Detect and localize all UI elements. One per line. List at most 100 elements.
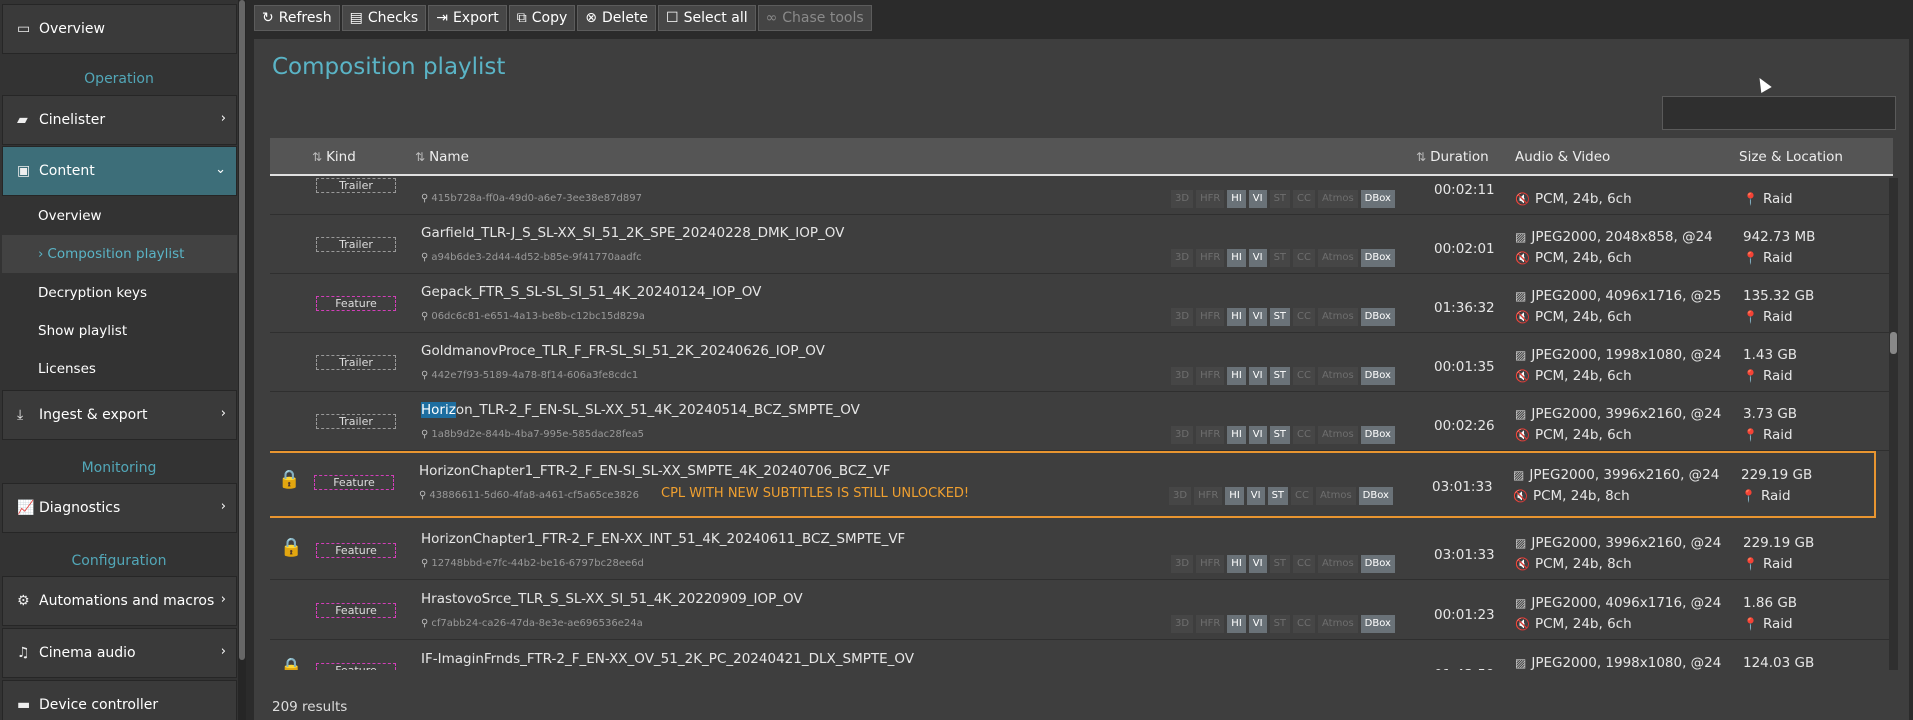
export-button[interactable]: ⇥ Export — [428, 5, 507, 31]
header-name[interactable]: ⇅ Name — [415, 149, 469, 165]
tag-badge: HI — [1227, 249, 1246, 267]
table-row[interactable]: Feature HrastovoSrce_TLR_S_SL-XX_SI_51_4K… — [270, 581, 1893, 640]
tag-badge: HI — [1225, 487, 1244, 505]
video-info: ▨ JPEG2000, 3996x2160, @24 — [1515, 535, 1722, 551]
monitor-icon: ▭ — [17, 21, 31, 37]
tag-badge: VI — [1248, 308, 1267, 326]
audio-info: 🔇 PCM, 24b, 8ch — [1513, 488, 1630, 504]
copy-button[interactable]: ⧉ Copy — [508, 5, 576, 31]
chart-icon: 📈 — [17, 500, 35, 516]
sidebar-scrollbar[interactable] — [238, 0, 246, 720]
video-info: ▨ JPEG2000, 1998x1080, @24 — [1515, 347, 1722, 363]
tag-badge: 3D — [1171, 615, 1194, 633]
film-icon: ▣ — [17, 163, 31, 179]
cpl-panel: Composition playlist 🔍 ⇅Kind ⇅Name ⇅Dura… — [254, 39, 1909, 720]
sidebar-item-ingest-export[interactable]: ⤓ Ingest & export › — [2, 390, 237, 440]
tag-badge: ST — [1269, 249, 1291, 267]
table-scrollbar-thumb[interactable] — [1890, 332, 1897, 354]
tag-badge: 3D — [1171, 426, 1194, 444]
video-info: ▨ JPEG2000, 3996x2160, @24 — [1515, 406, 1722, 422]
tag-badge: 3D — [1171, 190, 1194, 208]
sidebar-item-device-controller[interactable]: ▬ Device controller — [2, 680, 237, 720]
delete-icon: ⊗ — [585, 10, 598, 26]
tag-badge: DBox — [1360, 308, 1395, 326]
sort-icon: ⇅ — [415, 150, 426, 164]
lock-icon: 🔒 — [280, 537, 303, 558]
duration: 03:01:33 — [1432, 479, 1493, 495]
audio-muted-icon: 🔇 — [1515, 192, 1530, 206]
tag-badge: ST — [1269, 426, 1291, 444]
feature-tags: 3D HFR HI VI ST CC Atmos DBox — [1171, 555, 1395, 573]
header-audio-video: Audio & Video — [1515, 149, 1611, 165]
unlocked-warning: CPL WITH NEW SUBTITLES IS STILL UNLOCKED… — [661, 486, 970, 501]
cpl-uuid: ⚲ 415b728a-ff0a-49d0-a6e7-3ee38e87d897 — [421, 193, 642, 204]
tag-badge: Atmos — [1318, 367, 1358, 385]
delete-button[interactable]: ⊗ Delete — [577, 5, 657, 31]
cpl-name: GoldmanovProce_TLR_F_FR-SL_SI_51_2K_2024… — [421, 343, 825, 359]
sidebar-item-overview[interactable]: ▭ Overview — [2, 4, 237, 54]
header-kind[interactable]: ⇅ Kind — [312, 149, 356, 165]
table-row[interactable]: Trailer GoldmanovProce_TLR_F_FR-SL_SI_51_… — [270, 333, 1893, 392]
location: 📍 Raid — [1743, 309, 1793, 325]
sidebar-item-content[interactable]: ▣ Content ⌄ — [2, 146, 237, 196]
tag-badge: HI — [1227, 308, 1246, 326]
sidebar-item-diagnostics[interactable]: 📈 Diagnostics › — [2, 483, 237, 533]
header-duration[interactable]: ⇅ Duration — [1416, 149, 1489, 165]
select-all-button[interactable]: ☐ Select all — [658, 5, 756, 31]
location: 📍 Raid — [1743, 250, 1793, 266]
refresh-button[interactable]: ↻ Refresh — [254, 5, 340, 31]
table-row[interactable]: Trailer ⚲ 415b728a-ff0a-49d0-a6e7-3ee38e87… — [270, 178, 1893, 215]
tag-badge: VI — [1248, 190, 1267, 208]
sidebar-item-cinema-audio[interactable]: ♫ Cinema audio › — [2, 628, 237, 678]
duration: 00:02:11 — [1434, 182, 1495, 198]
refresh-icon: ↻ — [262, 10, 274, 26]
duration: 00:02:01 — [1434, 241, 1495, 257]
table-row[interactable]: 🔒 Feature HorizonChapter1_FTR-2_F_EN-XX_IN… — [270, 521, 1893, 580]
chase-tools-button[interactable]: ∞ Chase tools — [757, 5, 872, 31]
audio-info: 🔇 PCM, 24b, 6ch — [1515, 191, 1632, 207]
audio-info: 🔇 PCM, 24b, 6ch — [1515, 309, 1632, 325]
table-row[interactable]: Trailer Horizon_TLR-2_F_EN-SL_SL-XX_51_4K… — [270, 392, 1893, 451]
chevron-down-icon: ⌄ — [215, 162, 226, 177]
sidebar-sub-overview[interactable]: Overview — [2, 197, 237, 235]
cpl-uuid: ⚲ 43886611-5d60-4fa8-a461-cf5a65ce3826 — [419, 490, 640, 501]
checks-button[interactable]: ▤ Checks — [341, 5, 427, 31]
sidebar-scrollbar-thumb[interactable] — [239, 0, 245, 660]
sort-icon: ⇅ — [1416, 150, 1427, 164]
feature-tags: 3D HFR HI VI ST CC Atmos DBox — [1171, 426, 1395, 444]
table-row[interactable]: 🔒 Feature HorizonChapter1_FTR-2_F_EN-SI_SL… — [270, 451, 1876, 518]
tag-badge: VI — [1248, 426, 1267, 444]
cpl-uuid: ⚲ 12748bbd-e7fc-44b2-be16-6797bc28ee6d — [421, 558, 644, 569]
table-row[interactable]: Feature Gepack_FTR_S_SL-SL_SI_51_4K_20240… — [270, 274, 1893, 333]
cpl-name: Horizon_TLR-2_F_EN-SL_SL-XX_51_4K_202405… — [421, 402, 860, 418]
tag-badge: ST — [1269, 615, 1291, 633]
key-icon: ⚲ — [421, 311, 429, 322]
toolbar: ↻ Refresh ▤ Checks ⇥ Export ⧉ Copy ⊗ Delete ☐… — [254, 5, 872, 31]
table-scrollbar[interactable] — [1889, 178, 1898, 670]
link-icon: ∞ — [765, 10, 778, 26]
cpl-uuid: ⚲ 06dc6c81-e651-4a13-be8b-c12bc15d829a — [421, 311, 645, 322]
table-row[interactable]: Trailer Garfield_TLR-J_S_SL-XX_SI_51_2K_S… — [270, 215, 1893, 274]
cpl-name: HrastovoSrce_TLR_S_SL-XX_SI_51_4K_202209… — [421, 591, 803, 607]
sidebar-item-cinelister[interactable]: ▰ Cinelister › — [2, 95, 237, 145]
sidebar-sub-decryption-keys[interactable]: Decryption keys — [2, 274, 237, 312]
location: 📍 Raid — [1743, 427, 1793, 443]
sidebar-sub-show-playlist[interactable]: Show playlist — [2, 312, 237, 350]
video-info: ▨ JPEG2000, 1998x1080, @24 — [1515, 655, 1722, 670]
device-icon: ▬ — [17, 697, 31, 713]
tag-badge: ST — [1269, 308, 1291, 326]
sidebar-item-automations[interactable]: ⚙ Automations and macros › — [2, 576, 237, 626]
sidebar-sub-composition-playlist[interactable]: › Composition playlist — [2, 235, 237, 273]
tag-badge: CC — [1291, 487, 1313, 505]
audio-muted-icon: 🔇 — [1515, 557, 1530, 571]
search-input[interactable] — [1662, 96, 1896, 130]
sidebar-sub-licenses[interactable]: Licenses — [2, 350, 237, 388]
clipboard-check-icon: ▤ — [349, 10, 363, 26]
cpl-name: Gepack_FTR_S_SL-SL_SI_51_4K_20240124_IOP… — [421, 284, 762, 300]
image-icon: ▨ — [1513, 468, 1525, 482]
page-title: Composition playlist — [272, 54, 506, 80]
table-row[interactable]: 🔒 Feature IF-ImaginFrnds_FTR-2_F_EN-XX_OV_… — [270, 641, 1893, 670]
feature-tags: 3D HFR HI VI ST CC Atmos DBox — [1171, 308, 1395, 326]
feature-tags: 3D HFR HI VI ST CC Atmos DBox — [1171, 615, 1395, 633]
map-pin-icon: 📍 — [1743, 310, 1758, 324]
